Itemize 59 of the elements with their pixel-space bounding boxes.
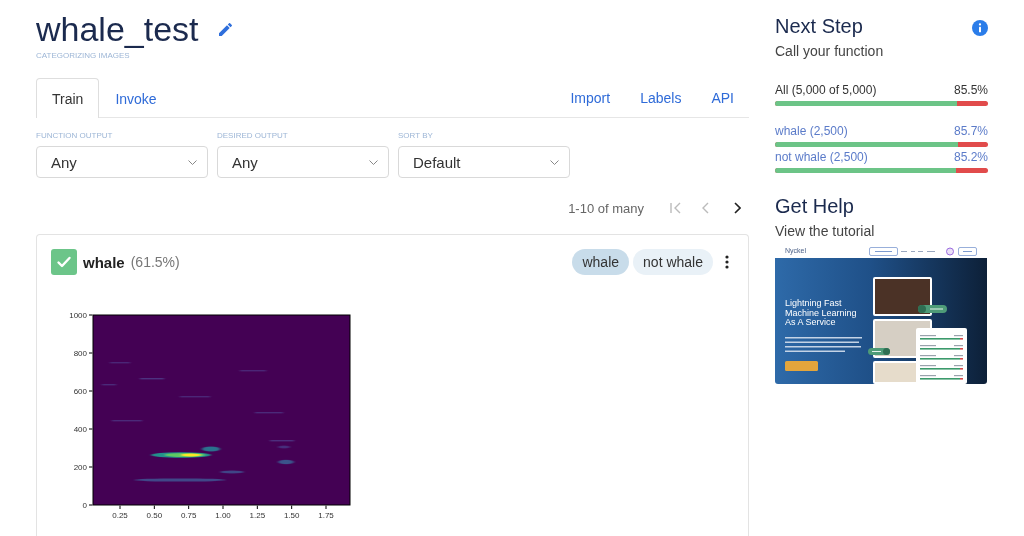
axis-tick-label: 0.75 — [180, 511, 197, 520]
filter-label: DESIRED OUTPUT — [217, 131, 289, 141]
results-card-drawing — [916, 328, 967, 384]
axis-tick-label: 1.00 — [215, 511, 231, 520]
chevron-down-icon — [550, 159, 559, 165]
hero-heading: Lightning Fast Machine Learning As A Service — [785, 299, 858, 329]
confidence-text: (61.5%) — [130, 254, 180, 270]
accuracy-value: 85.2% — [953, 149, 988, 165]
axis-tick-label: 1.50 — [283, 511, 300, 520]
accuracy-value: 85.7% — [953, 123, 988, 139]
label-chip-drawing — [918, 305, 947, 313]
photo-placeholder — [873, 277, 932, 316]
axis-tick-label: 200 — [73, 463, 87, 472]
axis-tick-label: 0 — [82, 501, 87, 510]
section-title: Next Step — [775, 14, 863, 38]
axis-tick-label: 1.75 — [318, 511, 334, 520]
accuracy-label: All (5,000 of 5,000) — [775, 82, 877, 98]
section-title: Get Help — [775, 194, 855, 218]
axis-tick-label: 1.25 — [249, 511, 266, 520]
tab[interactable]: Invoke — [99, 78, 173, 118]
predicted-label: whale — [83, 253, 125, 271]
spectrogram-streak — [202, 446, 220, 452]
filter-label: SORT BY — [398, 131, 434, 141]
nav-link[interactable]: API — [696, 78, 749, 117]
accuracy-label[interactable]: whale (2,500) — [775, 123, 848, 139]
chevron-down-icon — [188, 159, 197, 165]
tab[interactable]: Train — [36, 78, 100, 118]
info-icon[interactable] — [972, 20, 988, 36]
axis-tick-label: 0.25 — [112, 511, 128, 520]
nav-link[interactable]: Labels — [625, 78, 697, 117]
spectrogram-peak — [151, 452, 211, 458]
function-subtitle: CATEGORIZING IMAGES — [36, 51, 131, 61]
function-title: whale_test — [36, 9, 199, 49]
axis-tick-label: 1000 — [69, 311, 87, 320]
axis-tick-label: 0.50 — [146, 511, 163, 520]
section-subtitle: View the tutorial — [775, 222, 876, 240]
axis-tick-label: 600 — [73, 387, 87, 396]
dropdown[interactable]: Any — [36, 146, 208, 178]
label-chip[interactable]: not whale — [633, 249, 713, 275]
next-page-icon[interactable] — [734, 202, 741, 214]
cta-button-drawing — [785, 361, 818, 372]
axis-tick-label: 400 — [73, 425, 87, 434]
accuracy-label[interactable]: not whale (2,500) — [775, 149, 868, 165]
spectrogram-streak — [278, 459, 294, 465]
dropdown[interactable]: Any — [217, 146, 389, 178]
label-chip[interactable]: whale — [572, 249, 630, 275]
accuracy-value: 85.5% — [953, 82, 988, 98]
axis-tick-label: 800 — [73, 349, 87, 358]
label-chip-drawing — [868, 348, 890, 355]
dropdown[interactable]: Default — [398, 146, 570, 178]
chevron-down-icon — [369, 159, 378, 165]
nav-link[interactable]: Import — [555, 78, 626, 117]
section-subtitle: Call your function — [775, 42, 885, 60]
edit-pencil-icon[interactable] — [218, 22, 232, 36]
spectrogram-streak — [278, 445, 290, 449]
spectrogram-streak — [220, 470, 244, 474]
more-options-icon[interactable] — [725, 255, 729, 269]
page-range-text: 1-10 of many — [568, 200, 644, 216]
filter-label: FUNCTION OUTPUT — [36, 131, 114, 141]
